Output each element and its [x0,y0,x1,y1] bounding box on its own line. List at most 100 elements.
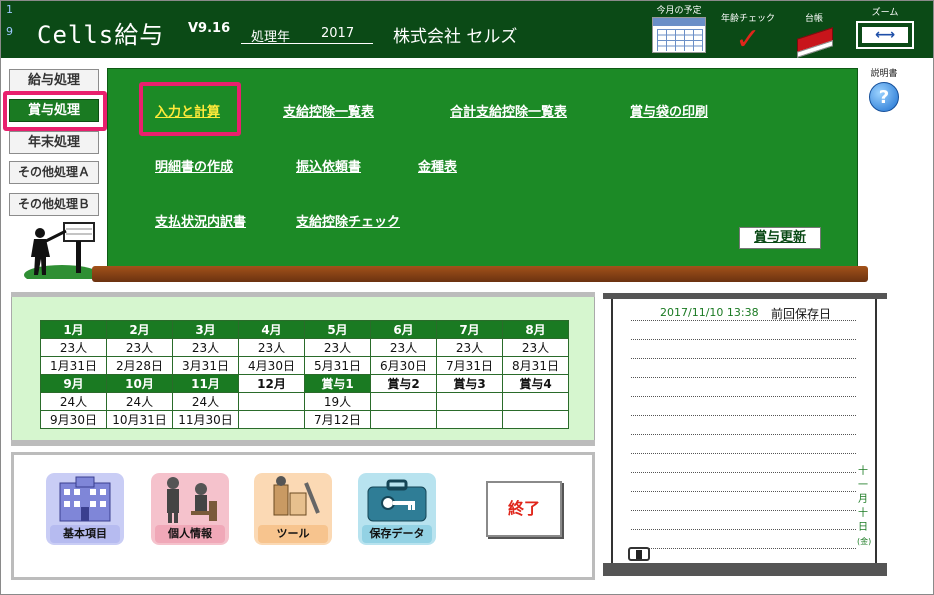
last-saved-label: 前回保存日 [771,307,832,321]
month-cell[interactable]: 6月 [370,320,437,339]
notepad-line [631,491,856,492]
tools-button[interactable]: ツール [254,473,332,545]
link-payment-deduction-list[interactable]: 支給控除一覧表 [283,101,374,120]
count-cell: 23人 [370,338,437,357]
month-cell[interactable]: 5月 [304,320,371,339]
notepad-line [631,529,856,530]
ledger-label: 台帳 [804,14,823,24]
monthly-status-table: 1月 2月 3月 4月 5月 6月 7月 8月 23人 23人 23人 23人 … [40,320,569,429]
link-denomination-table[interactable]: 金種表 [418,156,457,175]
month-cell[interactable]: 8月 [502,320,569,339]
notepad-line [631,510,856,511]
version-label: V9.16 [188,21,231,36]
menu-year-end-label: 年末処理 [27,135,80,150]
month-cell[interactable]: 9月 [40,374,107,393]
date-cell: 6月30日 [370,356,437,375]
link-print-bonus-envelope[interactable]: 賞与袋の印刷 [630,101,708,120]
vertical-date: 十 一 月 十 日 (金) [857,465,871,549]
notepad-line [631,358,856,359]
ledger-button[interactable]: 台帳 [791,3,837,58]
vertical-date-char: 月 [858,494,868,505]
menu-payroll-label: 給与処理 [27,73,80,88]
count-cell [502,392,569,411]
chalk-tray [92,266,868,282]
monthly-schedule-button[interactable]: 今月の予定 [649,3,709,53]
monthly-schedule-label: 今月の予定 [656,6,702,16]
month-cell[interactable]: 4月 [238,320,305,339]
count-cell [436,392,503,411]
help-icon: ? [869,82,899,112]
processing-year-field[interactable]: 処理年 2017 [241,26,373,45]
date-cell [370,410,437,429]
saved-data-button[interactable]: 保存データ [358,473,436,545]
month-cell[interactable]: 11月 [172,374,239,393]
date-cell: 7月31日 [436,356,503,375]
notepad-line [631,548,856,549]
saved-data-label: 保存データ [362,525,432,543]
count-cell: 23人 [238,338,305,357]
month-cell[interactable]: 3月 [172,320,239,339]
menu-year-end[interactable]: 年末処理 [9,131,99,154]
month-cell[interactable]: 1月 [40,320,107,339]
link-total-payment-deduction-list[interactable]: 合計支給控除一覧表 [450,101,567,120]
bonus-cell[interactable]: 賞与4 [502,374,569,393]
link-input-calculation[interactable]: 入力と計算 [155,101,220,120]
menu-other-a[interactable]: その他処理Ａ [9,161,99,184]
company-name: 株式会社 セルズ [393,27,518,47]
month-cell[interactable]: 12月 [238,374,305,393]
link-create-statement[interactable]: 明細書の作成 [155,156,233,175]
personal-info-button[interactable]: 個人情報 [151,473,229,545]
zoom-button[interactable]: ズーム ⟷ [852,3,918,49]
bonus-cell[interactable]: 賞与3 [436,374,503,393]
link-payment-status-breakdown[interactable]: 支払状況内訳書 [155,211,246,230]
date-cell: 10月31日 [106,410,173,429]
bonus-cell[interactable]: 賞与2 [370,374,437,393]
basic-settings-button[interactable]: 基本項目 [46,473,124,545]
notepad-line [631,415,856,416]
exit-button[interactable]: 終了 [486,481,562,537]
lecturer-icon [24,222,100,279]
processing-year-value: 2017 [321,26,355,41]
bonus-cell[interactable]: 賞与1 [304,374,371,393]
count-cell: 23人 [40,338,107,357]
link-transfer-request[interactable]: 振込依頼書 [296,156,361,175]
date-cell: 11月30日 [172,410,239,429]
count-cell: 23人 [304,338,371,357]
notepad-bottom-bar [603,563,887,576]
count-cell: 24人 [40,392,107,411]
zoom-arrows-icon: ⟷ [856,21,914,49]
panel-bottom-edge [11,440,595,446]
notepad-scroll-handle[interactable] [628,547,650,561]
notepad-line [631,339,856,340]
header-number-bottom: 9 [6,25,13,38]
zoom-label: ズーム [871,8,899,18]
basic-settings-label: 基本項目 [50,525,120,543]
count-cell [238,392,305,411]
bonus-update-button[interactable]: 賞与更新 [739,227,821,249]
count-cell: 23人 [502,338,569,357]
date-cell: 8月31日 [502,356,569,375]
menu-payroll[interactable]: 給与処理 [9,69,99,92]
vertical-date-char: 日 [858,522,868,533]
count-cell [370,392,437,411]
vertical-date-char: 一 [858,480,868,491]
date-cell: 3月31日 [172,356,239,375]
month-cell[interactable]: 7月 [436,320,503,339]
count-cell: 19人 [304,392,371,411]
link-payment-deduction-check[interactable]: 支給控除チェック [296,211,400,230]
manual-button[interactable]: 説明書 ? [864,66,904,112]
personal-info-label: 個人情報 [155,525,225,543]
title-bar: 1 9 Cells給与 V9.16 処理年 2017 株式会社 セルズ 今月の予… [1,1,933,58]
vertical-date-char: 十 [858,466,868,477]
month-cell[interactable]: 10月 [106,374,173,393]
checkmark-icon: ✓ [735,22,761,57]
month-cell[interactable]: 2月 [106,320,173,339]
manual-label: 説明書 [870,69,898,79]
vertical-date-char: 十 [858,508,868,519]
app-title: Cells給与 [37,21,165,49]
date-cell: 1月31日 [40,356,107,375]
menu-other-b[interactable]: その他処理Ｂ [9,193,99,216]
age-check-button[interactable]: 年齢チェック ✓ [717,3,779,55]
calendar-icon [652,17,706,53]
count-cell: 24人 [172,392,239,411]
